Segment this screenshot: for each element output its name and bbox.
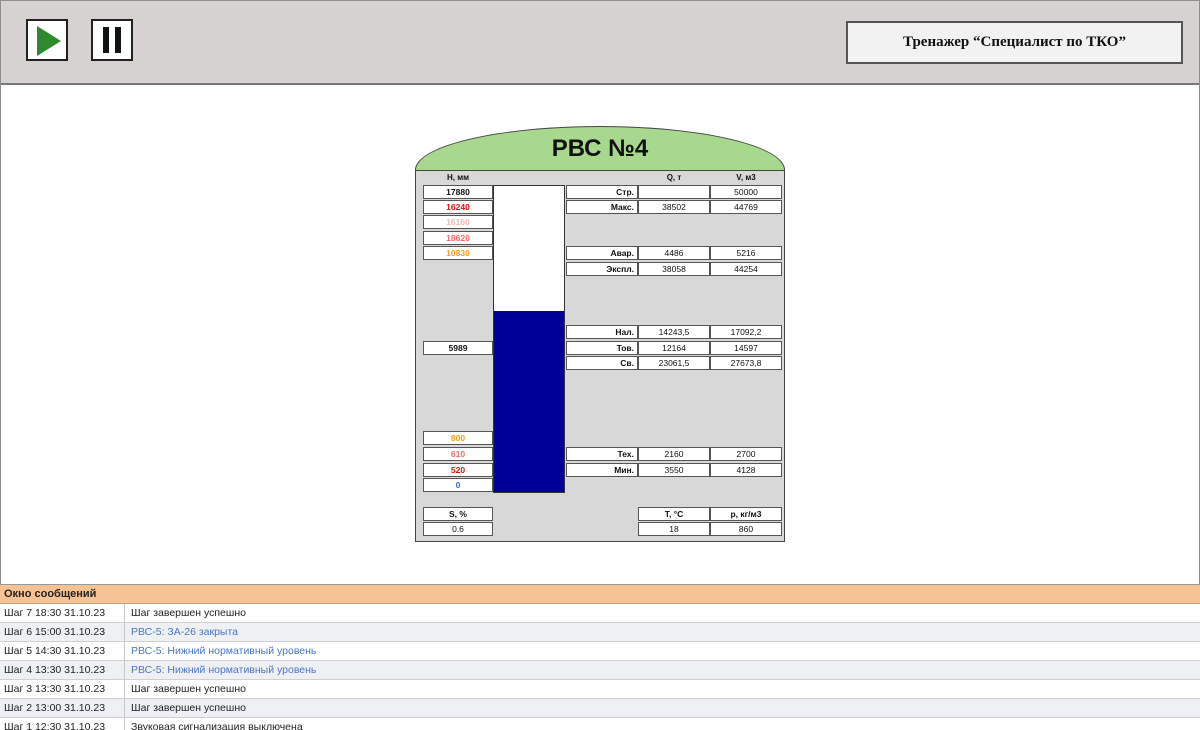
level-column (493, 185, 565, 493)
row-label: Авар. (566, 246, 638, 260)
message-text: Шаг завершен успешно (131, 683, 246, 695)
tank-body: Н, мм Q, т V, м3 17880 16240 16160 18620… (415, 170, 785, 542)
row-label: Тех. (566, 447, 638, 461)
message-window: Окно сообщений Шаг 7 18:30 31.10.23 Шаг … (0, 584, 1200, 730)
message-row[interactable]: Шаг 6 15:00 31.10.23 РВС-5: ЗА-26 закрыт… (0, 623, 1200, 642)
tank-title: РВС №4 (415, 126, 785, 170)
q-value: 38058 (638, 262, 710, 276)
h-header: Н, мм (446, 173, 470, 182)
h-value: 800 (423, 431, 493, 445)
row-label: Мин. (566, 463, 638, 477)
h-value: 17880 (423, 185, 493, 199)
q-value: 4486 (638, 246, 710, 260)
h-value: 610 (423, 447, 493, 461)
q-header: Q, т (666, 173, 682, 182)
t-value: 18 (638, 522, 710, 536)
level-fill (494, 311, 564, 492)
message-row[interactable]: Шаг 5 14:30 31.10.23 РВС-5: Нижний норма… (0, 642, 1200, 661)
message-text: Звуковая сигнализация выключена (131, 721, 303, 730)
message-row[interactable]: Шаг 1 12:30 31.10.23 Звуковая сигнализац… (0, 718, 1200, 730)
toolbar: Тренажер “Специалист по ТКО” (0, 0, 1200, 85)
row-label: Стр. (566, 185, 638, 199)
row-label: Нал. (566, 325, 638, 339)
message-step: Шаг 3 13:30 31.10.23 (4, 683, 106, 695)
message-text: РВС-5: ЗА-26 закрыта (131, 626, 239, 638)
q-value: 12164 (638, 341, 710, 355)
v-value: 27673,8 (710, 356, 782, 370)
app-title: Тренажер “Специалист по ТКО” (846, 21, 1183, 64)
q-value: 38502 (638, 200, 710, 214)
v-value: 44254 (710, 262, 782, 276)
message-step: Шаг 6 15:00 31.10.23 (4, 626, 106, 638)
message-row[interactable]: Шаг 3 13:30 31.10.23 Шаг завершен успешн… (0, 680, 1200, 699)
row-label: Св. (566, 356, 638, 370)
message-text: РВС-5: Нижний нормативный уровень (131, 664, 317, 676)
v-value: 4128 (710, 463, 782, 477)
q-value: 3550 (638, 463, 710, 477)
p-label: р, кг/м3 (710, 507, 782, 521)
message-text: Шаг завершен успешно (131, 607, 246, 619)
q-value: 14243,5 (638, 325, 710, 339)
v-value: 50000 (710, 185, 782, 199)
s-label: S, % (423, 507, 493, 521)
h-value: 10830 (423, 246, 493, 260)
v-value: 14597 (710, 341, 782, 355)
h-value: 16160 (423, 215, 493, 229)
p-value: 860 (710, 522, 782, 536)
message-text: РВС-5: Нижний нормативный уровень (131, 645, 317, 657)
h-value: 16240 (423, 200, 493, 214)
v-value: 17092,2 (710, 325, 782, 339)
play-button[interactable] (26, 19, 68, 61)
message-step: Шаг 1 12:30 31.10.23 (4, 721, 106, 730)
q-value: 2160 (638, 447, 710, 461)
play-icon (37, 26, 61, 56)
t-label: T, °C (638, 507, 710, 521)
message-row[interactable]: Шаг 4 13:30 31.10.23 РВС-5: Нижний норма… (0, 661, 1200, 680)
h-value: 0 (423, 478, 493, 492)
v-header: V, м3 (736, 173, 756, 182)
v-value: 44769 (710, 200, 782, 214)
message-step: Шаг 7 18:30 31.10.23 (4, 607, 106, 619)
v-value: 5216 (710, 246, 782, 260)
message-window-title: Окно сообщений (0, 585, 1200, 604)
pause-button[interactable] (91, 19, 133, 61)
s-value: 0.6 (423, 522, 493, 536)
message-step: Шаг 5 14:30 31.10.23 (4, 645, 106, 657)
message-step: Шаг 4 13:30 31.10.23 (4, 664, 106, 676)
h-value: 5989 (423, 341, 493, 355)
q-value (638, 185, 710, 199)
row-label: Экспл. (566, 262, 638, 276)
message-row[interactable]: Шаг 2 13:00 31.10.23 Шаг завершен успешн… (0, 699, 1200, 718)
message-text: Шаг завершен успешно (131, 702, 246, 714)
row-label: Тов. (566, 341, 638, 355)
v-value: 2700 (710, 447, 782, 461)
row-label: Макс. (566, 200, 638, 214)
h-value: 18620 (423, 231, 493, 245)
message-step: Шаг 2 13:00 31.10.23 (4, 702, 106, 714)
tank-panel: РВС №4 Н, мм Q, т V, м3 17880 16240 1616… (415, 126, 785, 542)
q-value: 23061,5 (638, 356, 710, 370)
message-row[interactable]: Шаг 7 18:30 31.10.23 Шаг завершен успешн… (0, 604, 1200, 623)
h-value: 520 (423, 463, 493, 477)
